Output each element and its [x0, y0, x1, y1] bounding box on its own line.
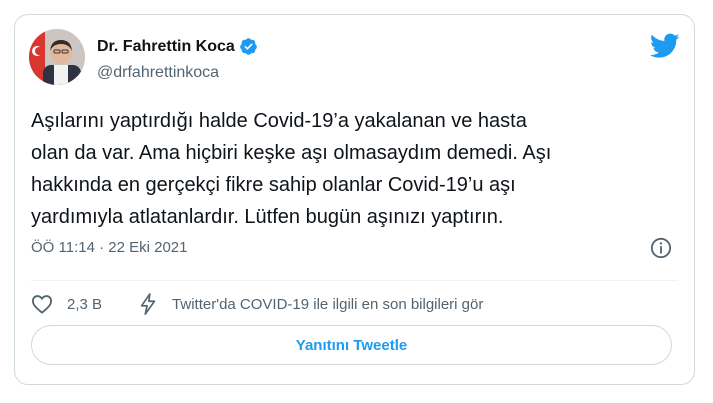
- tweet-timestamp[interactable]: ÖÖ 11:14 · 22 Eki 2021: [31, 239, 187, 256]
- author-handle[interactable]: @drfahrettinkoca: [97, 64, 219, 82]
- tweet-actions: 2,3 B Twitter'da COVID-19 ile ilgili en …: [31, 289, 483, 319]
- like-count[interactable]: 2,3 B: [67, 296, 102, 313]
- author-name-row[interactable]: Dr. Fahrettin Koca: [97, 37, 258, 56]
- avatar-image: [29, 29, 85, 85]
- tweet-card: Dr. Fahrettin Koca @drfahrettinkoca Aşıl…: [14, 14, 695, 385]
- lightning-icon: [140, 293, 156, 315]
- heart-icon[interactable]: [31, 294, 53, 314]
- author-name[interactable]: Dr. Fahrettin Koca: [97, 38, 235, 56]
- covid-info-label[interactable]: Twitter'da COVID-19 ile ilgili en son bi…: [172, 296, 483, 313]
- tweet-text: Aşılarını yaptırdığı halde Covid-19’a ya…: [31, 110, 552, 228]
- covid-info-link[interactable]: Twitter'da COVID-19 ile ilgili en son bi…: [138, 293, 483, 315]
- info-icon[interactable]: [650, 237, 672, 259]
- twitter-bird-icon[interactable]: [650, 33, 680, 59]
- avatar[interactable]: [29, 29, 85, 85]
- divider: [31, 280, 678, 281]
- reply-tweet-button[interactable]: Yanıtını Tweetle: [31, 325, 672, 365]
- verified-icon: [239, 38, 257, 55]
